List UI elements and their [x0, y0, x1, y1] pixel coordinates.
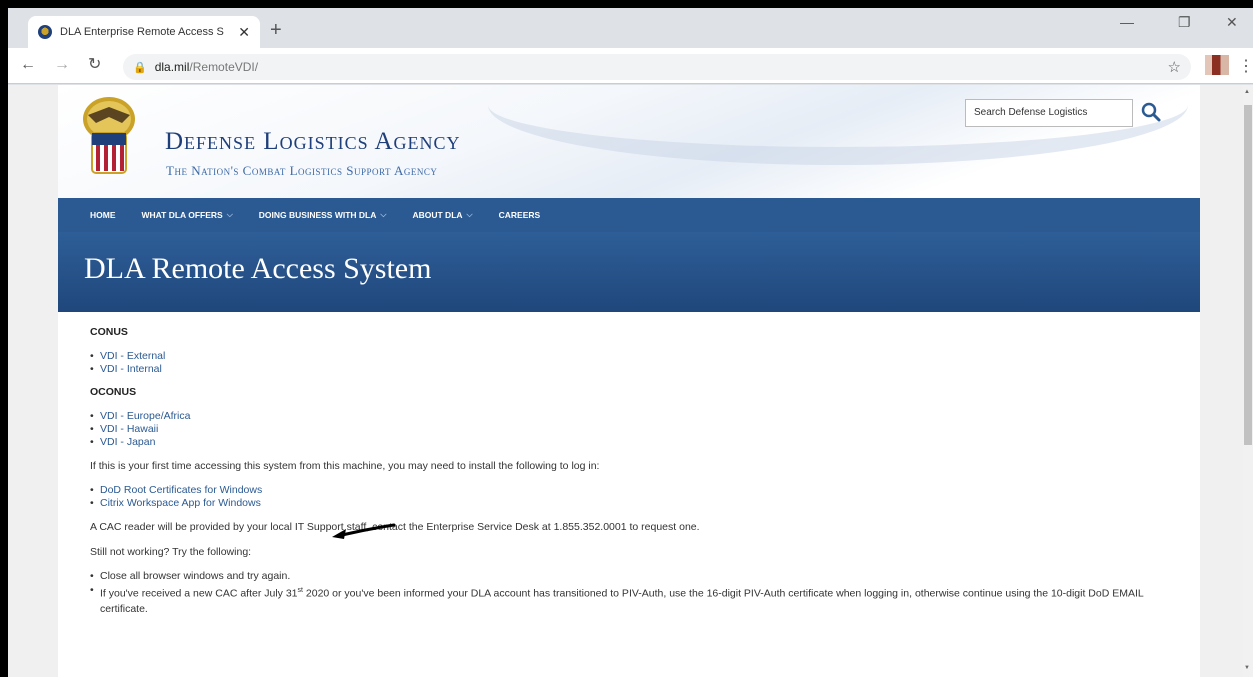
link-vdi-internal[interactable]: VDI - Internal [100, 363, 162, 375]
site-header: Defense Logistics Agency The Nation's Co… [58, 85, 1200, 198]
bookmark-star-icon[interactable]: ☆ [1168, 58, 1181, 76]
list-item: VDI - Internal [90, 363, 1168, 376]
minimize-icon[interactable]: — [1120, 14, 1134, 30]
page-banner: DLA Remote Access System [58, 232, 1200, 312]
list-item: DoD Root Certificates for Windows [90, 484, 1168, 497]
address-bar[interactable]: 🔒 dla.mil/RemoteVDI/ ☆ [123, 54, 1191, 80]
list-item: VDI - Europe/Africa [90, 410, 1168, 423]
nav-home[interactable]: HOME [90, 210, 116, 220]
oconus-links: VDI - Europe/Africa VDI - Hawaii VDI - J… [90, 410, 1168, 449]
link-dod-root-certificates[interactable]: DoD Root Certificates for Windows [100, 484, 262, 496]
browser-tab[interactable]: DLA Enterprise Remote Access S ✕ [28, 16, 260, 48]
oconus-heading: OCONUS [90, 386, 137, 398]
reload-icon[interactable]: ↻ [88, 56, 101, 74]
list-item: If you've received a new CAC after July … [90, 583, 1168, 617]
scroll-up-icon[interactable]: ▲ [1244, 89, 1250, 95]
chevron-down-icon: ⌵ [466, 210, 473, 219]
link-vdi-hawaii[interactable]: VDI - Hawaii [100, 423, 158, 435]
page-container: Defense Logistics Agency The Nation's Co… [58, 85, 1200, 677]
pointer-arrow-icon [332, 523, 396, 539]
list-item: VDI - Japan [90, 436, 1168, 449]
link-vdi-external[interactable]: VDI - External [100, 350, 165, 362]
nav-about-dla[interactable]: ABOUT DLA ⌵ [412, 210, 472, 220]
cac-reader-text: A CAC reader will be provided by your lo… [90, 521, 700, 533]
dla-seal-logo [83, 97, 135, 174]
link-vdi-japan[interactable]: VDI - Japan [100, 436, 155, 448]
search-icon[interactable] [1138, 99, 1164, 125]
list-item: VDI - External [90, 350, 1168, 363]
window-close-icon[interactable]: ✕ [1226, 14, 1238, 31]
page-viewport: Defense Logistics Agency The Nation's Co… [8, 85, 1243, 677]
first-time-text: If this is your first time accessing thi… [90, 460, 600, 472]
chevron-down-icon: ⌵ [226, 210, 233, 219]
conus-links: VDI - External VDI - Internal [90, 350, 1168, 376]
list-item: VDI - Hawaii [90, 423, 1168, 436]
page-title: DLA Remote Access System [84, 252, 432, 285]
tip-new-cac-a: If you've received a new CAC after July … [100, 587, 298, 600]
lock-icon: 🔒 [133, 61, 147, 74]
dla-favicon-icon [38, 25, 52, 39]
url-host: dla.mil [154, 60, 190, 74]
forward-arrow-icon[interactable]: → [54, 56, 70, 74]
vertical-scrollbar[interactable]: ▲ ▼ [1243, 85, 1253, 677]
link-vdi-europe-africa[interactable]: VDI - Europe/Africa [100, 410, 190, 422]
still-not-working-text: Still not working? Try the following: [90, 546, 252, 558]
back-arrow-icon[interactable]: ← [20, 56, 36, 74]
nav-doing-business[interactable]: DOING BUSINESS WITH DLA ⌵ [259, 210, 387, 220]
scroll-down-icon[interactable]: ▼ [1244, 665, 1250, 671]
list-item: Close all browser windows and try again. [90, 570, 1168, 583]
main-nav: HOME WHAT DLA OFFERS ⌵ DOING BUSINESS WIT… [58, 198, 1200, 232]
nav-what-dla-offers-label: WHAT DLA OFFERS [141, 210, 223, 220]
url-path: /RemoteVDI/ [189, 60, 259, 74]
browser-toolbar: ← → ↻ 🔒 dla.mil/RemoteVDI/ ☆ ⋮ [8, 48, 1253, 84]
tip-close-browsers: Close all browser windows and try again. [100, 570, 291, 582]
tab-title: DLA Enterprise Remote Access S [60, 26, 224, 38]
nav-what-dla-offers[interactable]: WHAT DLA OFFERS ⌵ [142, 210, 233, 220]
tab-close-icon[interactable]: ✕ [238, 24, 250, 41]
nav-careers[interactable]: CAREERS [499, 210, 541, 220]
troubleshooting-list: Close all browser windows and try again.… [90, 570, 1168, 617]
browser-window: DLA Enterprise Remote Access S ✕ + — ❐ ✕… [8, 8, 1253, 677]
agency-name: Defense Logistics Agency [165, 128, 461, 155]
tab-strip: DLA Enterprise Remote Access S ✕ + — ❐ ✕ [8, 8, 1253, 48]
menu-dots-icon[interactable]: ⋮ [1238, 56, 1253, 76]
profile-avatar[interactable] [1205, 55, 1229, 75]
nav-careers-label: CAREERS [498, 210, 541, 220]
link-citrix-workspace[interactable]: Citrix Workspace App for Windows [100, 497, 261, 509]
conus-heading: CONUS [90, 326, 128, 338]
new-tab-icon[interactable]: + [270, 18, 282, 42]
site-search-input[interactable]: Search Defense Logistics [965, 99, 1133, 127]
chevron-down-icon: ⌵ [380, 210, 387, 219]
install-links: DoD Root Certificates for Windows Citrix… [90, 484, 1168, 510]
nav-home-label: HOME [90, 210, 116, 220]
nav-about-dla-label: ABOUT DLA [412, 210, 463, 220]
nav-doing-business-label: DOING BUSINESS WITH DLA [258, 210, 377, 220]
list-item: Citrix Workspace App for Windows [90, 497, 1168, 510]
agency-tagline: The Nation's Combat Logistics Support Ag… [166, 163, 438, 178]
main-content: CONUS VDI - External VDI - Internal OCON… [58, 312, 1200, 617]
scroll-thumb[interactable] [1244, 105, 1252, 445]
restore-icon[interactable]: ❐ [1178, 14, 1191, 31]
